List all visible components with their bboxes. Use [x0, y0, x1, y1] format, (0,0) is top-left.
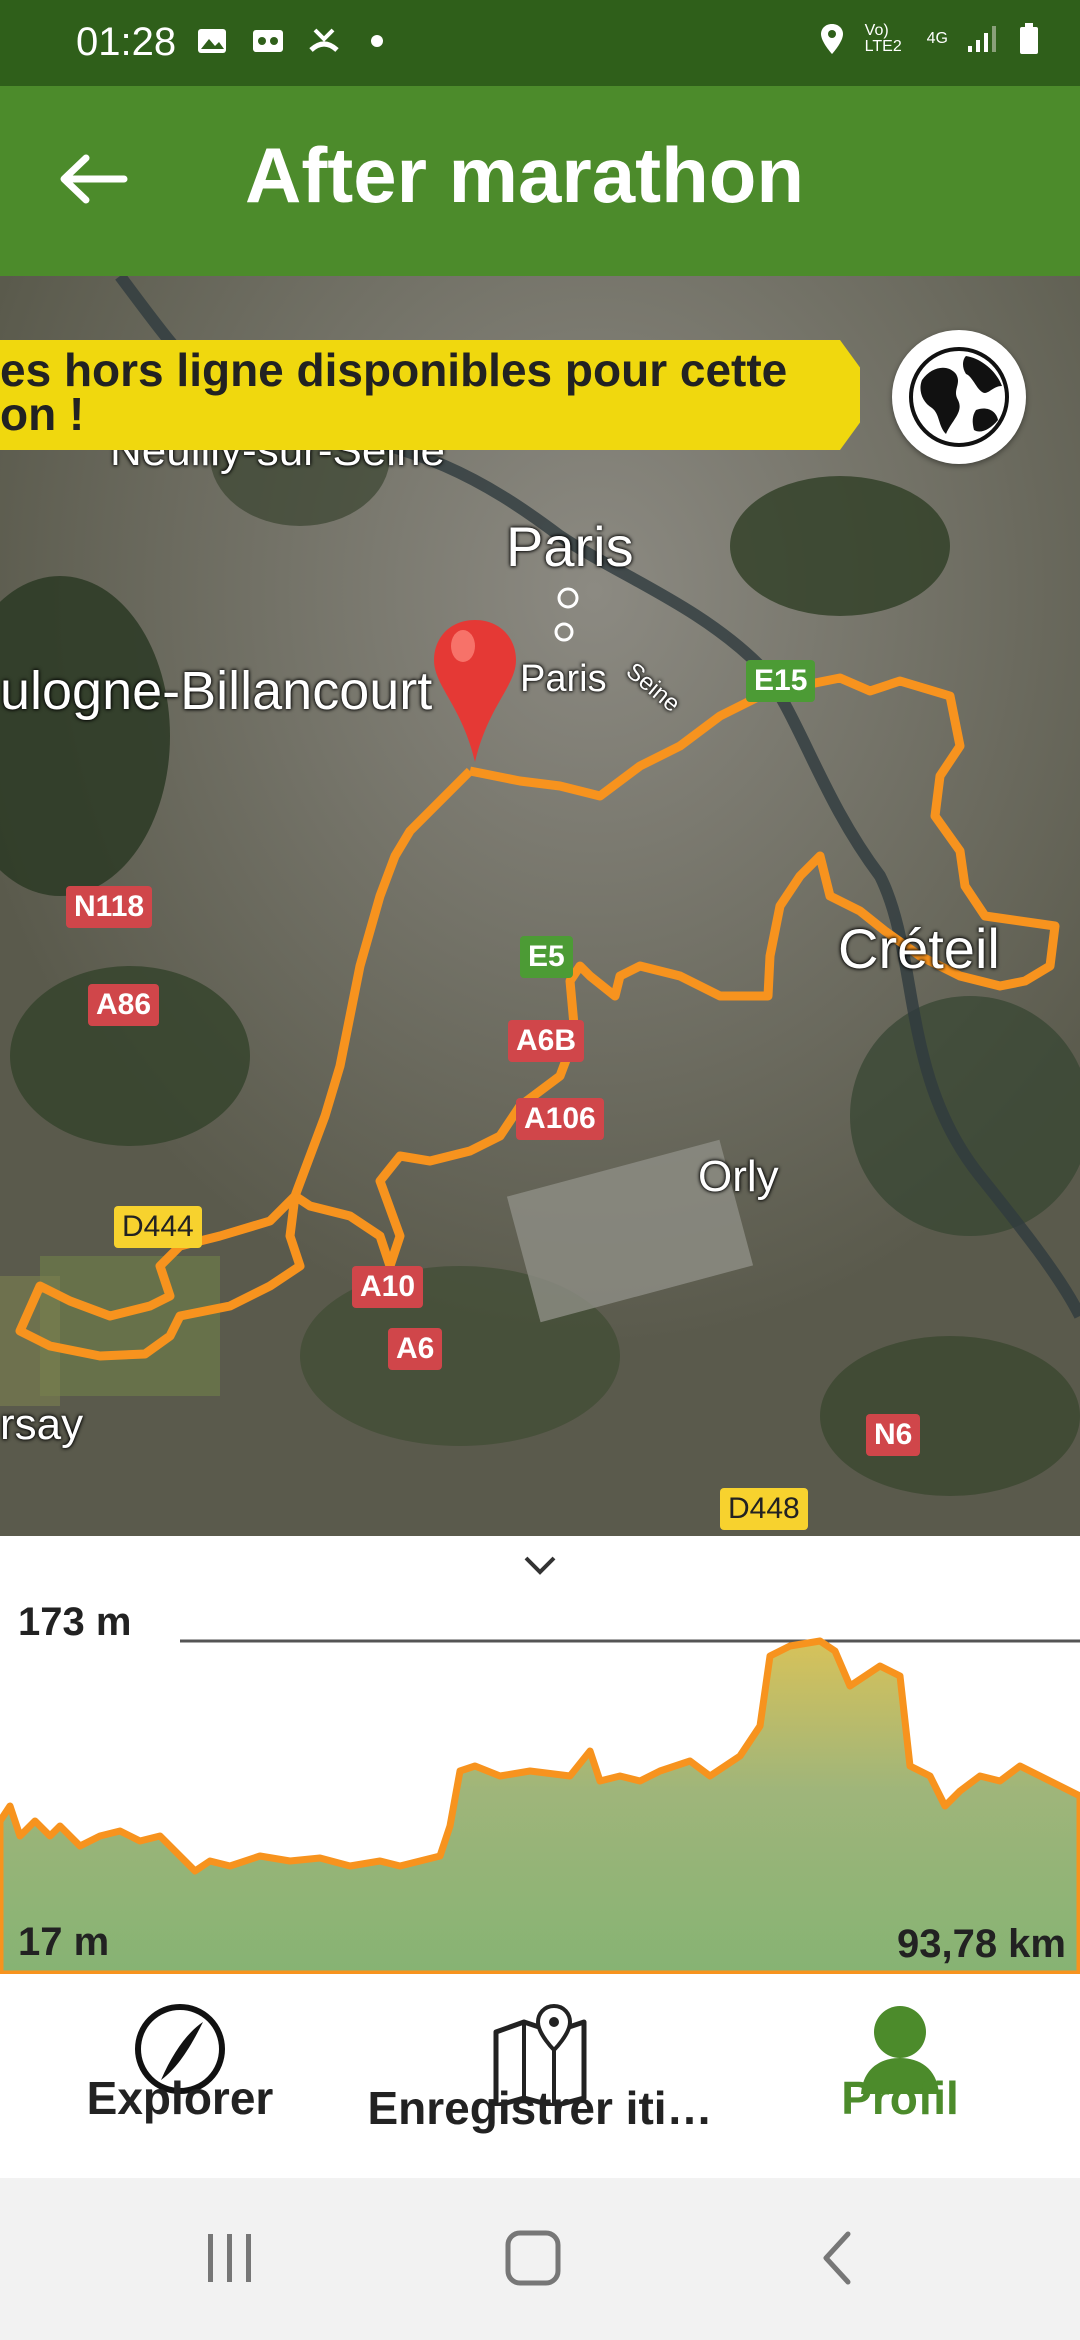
road-shield-a6: A6: [388, 1328, 443, 1370]
elevation-panel: 173 m 17 m 93,78 km: [0, 1536, 1080, 1974]
network-label: Vo) LTE2: [864, 22, 902, 55]
signal-icon: [968, 26, 996, 52]
system-nav-bar: [0, 2178, 1080, 2340]
nav-profile-label: Profil: [841, 2072, 959, 2124]
road-shield-a10: A10: [352, 1266, 424, 1308]
nav-explorer-label: Explorer: [86, 2072, 274, 2124]
bottom-nav: Explorer Enregistrer iti… Profil: [0, 1974, 1080, 2178]
location-icon: [820, 24, 843, 54]
road-shield-a106: A106: [516, 1098, 604, 1140]
road-shield-d448: D448: [720, 1488, 808, 1530]
nav-record-route-label: Enregistrer iti…: [367, 2082, 713, 2134]
home-icon[interactable]: [503, 2228, 563, 2288]
nav-explorer[interactable]: Explorer: [60, 2002, 300, 2125]
road-shield-n6: N6: [866, 1414, 921, 1456]
road-shield-e5: E5: [520, 936, 573, 978]
place-label-boulogne: ulogne-Billancourt: [0, 661, 433, 721]
more-notifications-dot: [371, 35, 383, 47]
status-bar: 01:28 Vo) LTE2 4G: [0, 0, 1080, 86]
status-system-icons: Vo) LTE2 4G: [817, 22, 1040, 56]
place-label-orly: Orly: [698, 1152, 779, 1201]
battery-icon: [1020, 23, 1038, 54]
road-shield-n118: N118: [66, 886, 153, 928]
place-label-paris: Paris: [506, 515, 634, 578]
elevation-chart[interactable]: [0, 1536, 1080, 1974]
nav-profile[interactable]: Profil: [780, 2002, 1020, 2125]
offline-maps-banner-text: es hors ligne disponibles pour cette on …: [0, 344, 788, 440]
network-type: 4G: [926, 30, 948, 47]
road-shield-e15: E15: [746, 660, 816, 702]
map-layer-button[interactable]: [892, 330, 1026, 464]
back-icon[interactable]: [808, 2228, 868, 2288]
location-pin-icon[interactable]: [430, 616, 520, 766]
gallery-icon: [198, 29, 226, 53]
nav-record-route[interactable]: Enregistrer iti…: [360, 2002, 720, 2135]
distance-label: 93,78 km: [896, 1922, 1066, 1966]
place-label-paris-small: Paris: [520, 658, 607, 700]
recent-apps-icon[interactable]: [200, 2228, 260, 2288]
road-shield-a86: A86: [88, 984, 160, 1026]
status-notification-icons: [195, 24, 383, 58]
page-title: After marathon: [245, 131, 805, 219]
place-label-creteil: Créteil: [838, 917, 1000, 980]
voicemail-icon: [253, 30, 283, 52]
missed-call-icon: [309, 28, 339, 52]
status-time: 01:28: [76, 20, 177, 64]
app-bar: After marathon: [0, 86, 1080, 276]
globe-icon: [909, 347, 1009, 447]
back-arrow-icon[interactable]: [54, 144, 134, 214]
map-view[interactable]: Neuilly-sur-Seine Paris Paris Seine ulog…: [0, 276, 1080, 1536]
road-shield-d444: D444: [114, 1206, 202, 1248]
elevation-min-label: 17 m: [18, 1920, 110, 1964]
road-shield-a6b: A6B: [508, 1020, 585, 1062]
place-label-orsay: rsay: [0, 1400, 84, 1449]
